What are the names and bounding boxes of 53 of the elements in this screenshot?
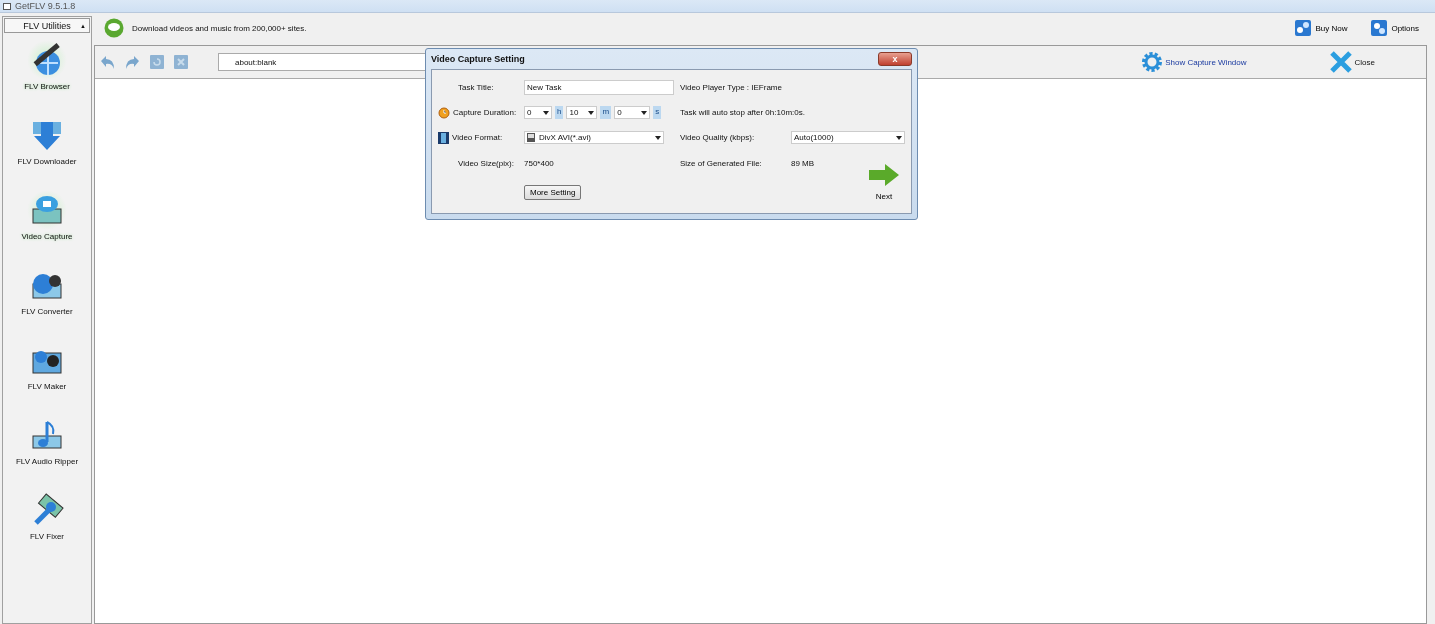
- back-icon[interactable]: [100, 55, 115, 69]
- buy-now-button[interactable]: Buy Now: [1287, 20, 1356, 36]
- sidebar-item[interactable]: FLV Maker: [5, 334, 89, 409]
- window-title: GetFLV 9.5.1.8: [15, 1, 76, 11]
- stop-icon[interactable]: [174, 55, 188, 69]
- forward-icon[interactable]: [125, 55, 140, 69]
- sidebar-item[interactable]: FLV Converter: [5, 259, 89, 334]
- close-icon: [1328, 50, 1353, 74]
- right-arrow-icon: [869, 164, 899, 186]
- gear-icon: [1141, 51, 1164, 73]
- field-label: Video Quality (kbps):: [680, 133, 756, 142]
- refresh-icon[interactable]: [150, 55, 164, 69]
- caret-icon: [896, 135, 902, 140]
- unit-label: s: [653, 106, 662, 119]
- file-icon: [527, 133, 535, 142]
- next-button[interactable]: Next: [869, 164, 899, 201]
- more-setting-button[interactable]: More Setting: [524, 184, 582, 200]
- field-label: Video Size(pix):: [457, 159, 515, 168]
- player-type-text: Video Player Type : IEFrame: [680, 83, 783, 92]
- sidebar-item[interactable]: Video Capture: [5, 184, 89, 259]
- field-label: Video Format:: [452, 133, 503, 142]
- sidebar-item[interactable]: FLV Browser: [5, 34, 89, 109]
- show-capture-window-link[interactable]: Show Capture Window: [1135, 50, 1253, 74]
- caret-icon: [543, 110, 549, 115]
- alarm-clock-icon: [438, 106, 450, 119]
- caret-icon: [655, 135, 661, 140]
- video-format-dropdown[interactable]: DivX AVI(*.avi): [524, 131, 664, 144]
- caret-icon: [588, 110, 595, 115]
- video-size-value: 750*400: [524, 159, 555, 168]
- close-button[interactable]: Close: [1322, 49, 1381, 75]
- auto-stop-text: Task will auto stop after 0h:10m:0s.: [680, 108, 806, 117]
- field-label: Capture Duration:: [453, 108, 517, 117]
- sidebar-item[interactable]: FLV Audio Ripper: [5, 409, 89, 484]
- unit-label: h: [555, 106, 564, 119]
- camera-film-icon: [30, 193, 64, 227]
- music-note-icon: [30, 418, 64, 452]
- file-size-value: 89 MB: [791, 159, 816, 168]
- app-icon: [3, 2, 11, 10]
- header-message: Download videos and music from 200,000+ sites.: [132, 23, 308, 33]
- unit-label: m: [600, 106, 612, 119]
- caret-icon: [641, 110, 648, 115]
- field-label: Size of Generated File:: [680, 159, 763, 168]
- video-quality-dropdown[interactable]: Auto(1000): [791, 131, 905, 144]
- task-title-field[interactable]: New Task: [524, 80, 674, 95]
- duration-dropdown[interactable]: 0: [524, 106, 552, 119]
- chat-bubble-icon: [104, 18, 124, 38]
- options-button[interactable]: Options: [1363, 20, 1427, 36]
- sidebar-item[interactable]: FLV Downloader: [5, 109, 89, 184]
- field-label: Task Title:: [457, 83, 495, 92]
- duration-dropdown[interactable]: 10: [566, 106, 598, 119]
- sidebar-item[interactable]: FLV Fixer: [5, 484, 89, 559]
- duration-dropdown[interactable]: 0: [614, 106, 651, 119]
- film-strip-icon: [438, 131, 449, 144]
